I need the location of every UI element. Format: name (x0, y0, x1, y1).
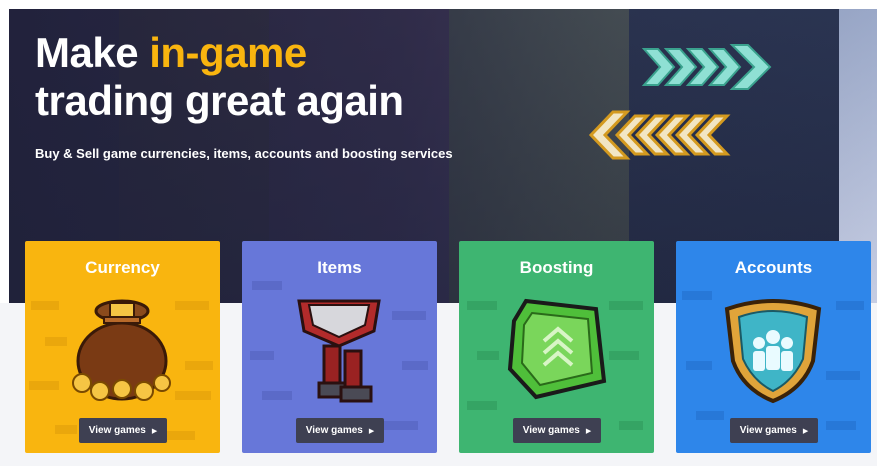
button-label: View games (88, 425, 146, 436)
category-card-boosting[interactable]: Boosting View games ▶ (459, 241, 654, 453)
gold-chevron-rank-icon (588, 110, 731, 160)
headline-accent: in-game (149, 29, 307, 76)
green-gem-icon (507, 298, 607, 400)
view-games-button[interactable]: View games ▶ (296, 418, 384, 443)
arrow-right-icon: ▶ (802, 427, 809, 435)
category-card-items[interactable]: Items View games ▶ (242, 241, 437, 453)
headline-line2: trading great again (35, 77, 404, 124)
card-title: Currency (85, 258, 160, 277)
gold-bag-icon (72, 299, 171, 401)
shield-icon (724, 299, 822, 404)
arrow-right-icon: ▶ (151, 427, 158, 435)
arrow-right-icon: ▶ (585, 427, 592, 435)
headline-prefix: Make (35, 29, 150, 76)
button-label: View games (522, 425, 580, 436)
view-games-button[interactable]: View games ▶ (79, 418, 167, 443)
armor-icon (297, 299, 381, 403)
hero-subline: Buy & Sell game currencies, items, accou… (35, 146, 453, 161)
card-title: Boosting (519, 258, 594, 277)
hero-headline: Make in-game trading great again (35, 29, 404, 125)
arrow-right-icon: ▶ (368, 427, 375, 435)
button-label: View games (305, 425, 363, 436)
green-chevron-rank-icon (641, 44, 772, 90)
category-card-accounts[interactable]: Accounts View games ▶ (676, 241, 871, 453)
card-title: Accounts (734, 258, 813, 277)
card-title: Items (317, 258, 362, 277)
button-label: View games (739, 425, 797, 436)
view-games-button[interactable]: View games ▶ (513, 418, 601, 443)
category-card-currency[interactable]: Currency View games ▶ (25, 241, 220, 453)
view-games-button[interactable]: View games ▶ (730, 418, 818, 443)
